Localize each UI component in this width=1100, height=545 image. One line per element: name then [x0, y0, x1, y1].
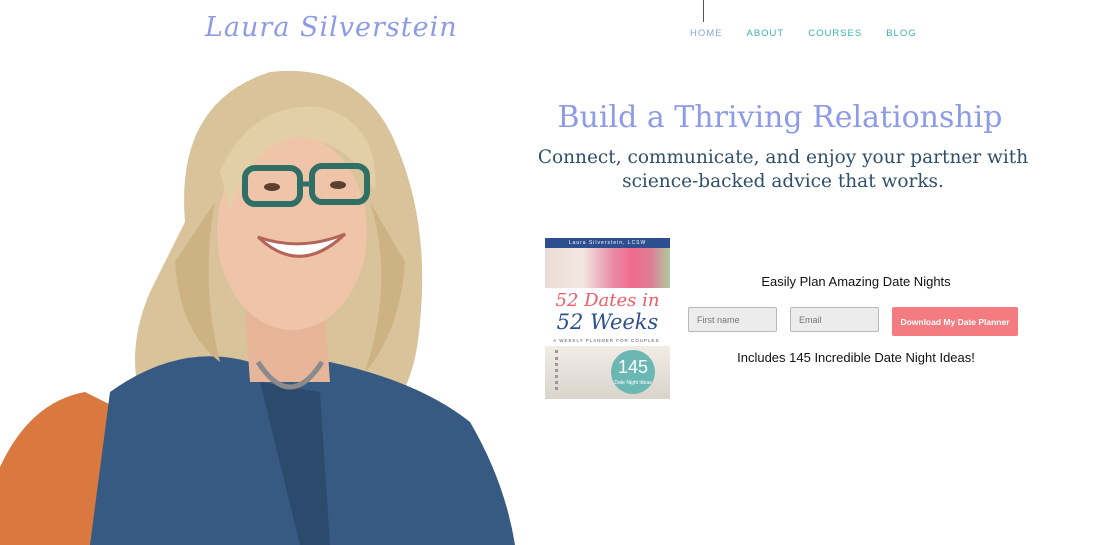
nav-blog-link[interactable]: BLOG — [886, 28, 916, 39]
signup-note: Includes 145 Incredible Date Night Ideas… — [737, 350, 975, 365]
signup-title: Easily Plan Amazing Date Nights — [761, 274, 951, 289]
cover-title-line1: 52 Dates in — [555, 290, 660, 311]
email-input[interactable] — [790, 307, 879, 332]
cover-badge: 145 Date Night Ideas — [611, 350, 655, 394]
site-logo[interactable]: Laura Silverstein — [205, 12, 458, 43]
nav-home-link[interactable]: HOME — [690, 28, 723, 39]
hero-portrait-photo — [0, 70, 515, 545]
first-name-input[interactable] — [688, 307, 777, 332]
nav-courses-link[interactable]: COURSES — [808, 28, 862, 39]
cover-badge-text: Date Night Ideas — [614, 380, 652, 386]
main-nav: HOME ABOUT COURSES BLOG — [690, 28, 941, 39]
nav-divider — [703, 0, 704, 22]
cover-tagline: A WEEKLY PLANNER FOR COUPLES. — [553, 338, 662, 343]
hero-headline: Build a Thriving Relationship — [557, 100, 1003, 135]
cover-badge-number: 145 — [617, 357, 649, 377]
cover-flowers-image — [545, 248, 670, 288]
hero-subheadline: Connect, communicate, and enjoy your par… — [537, 147, 1029, 192]
notebook-rings-icon — [555, 350, 598, 390]
cover-title-line2: 52 Weeks — [556, 310, 659, 334]
cover-author-band: Laura Silverstein, LCSW — [545, 238, 670, 248]
date-planner-cover: Laura Silverstein, LCSW 52 Dates in 52 W… — [545, 238, 670, 399]
nav-about-link[interactable]: ABOUT — [747, 28, 785, 39]
download-planner-button[interactable]: Download My Date Planner — [892, 307, 1018, 336]
